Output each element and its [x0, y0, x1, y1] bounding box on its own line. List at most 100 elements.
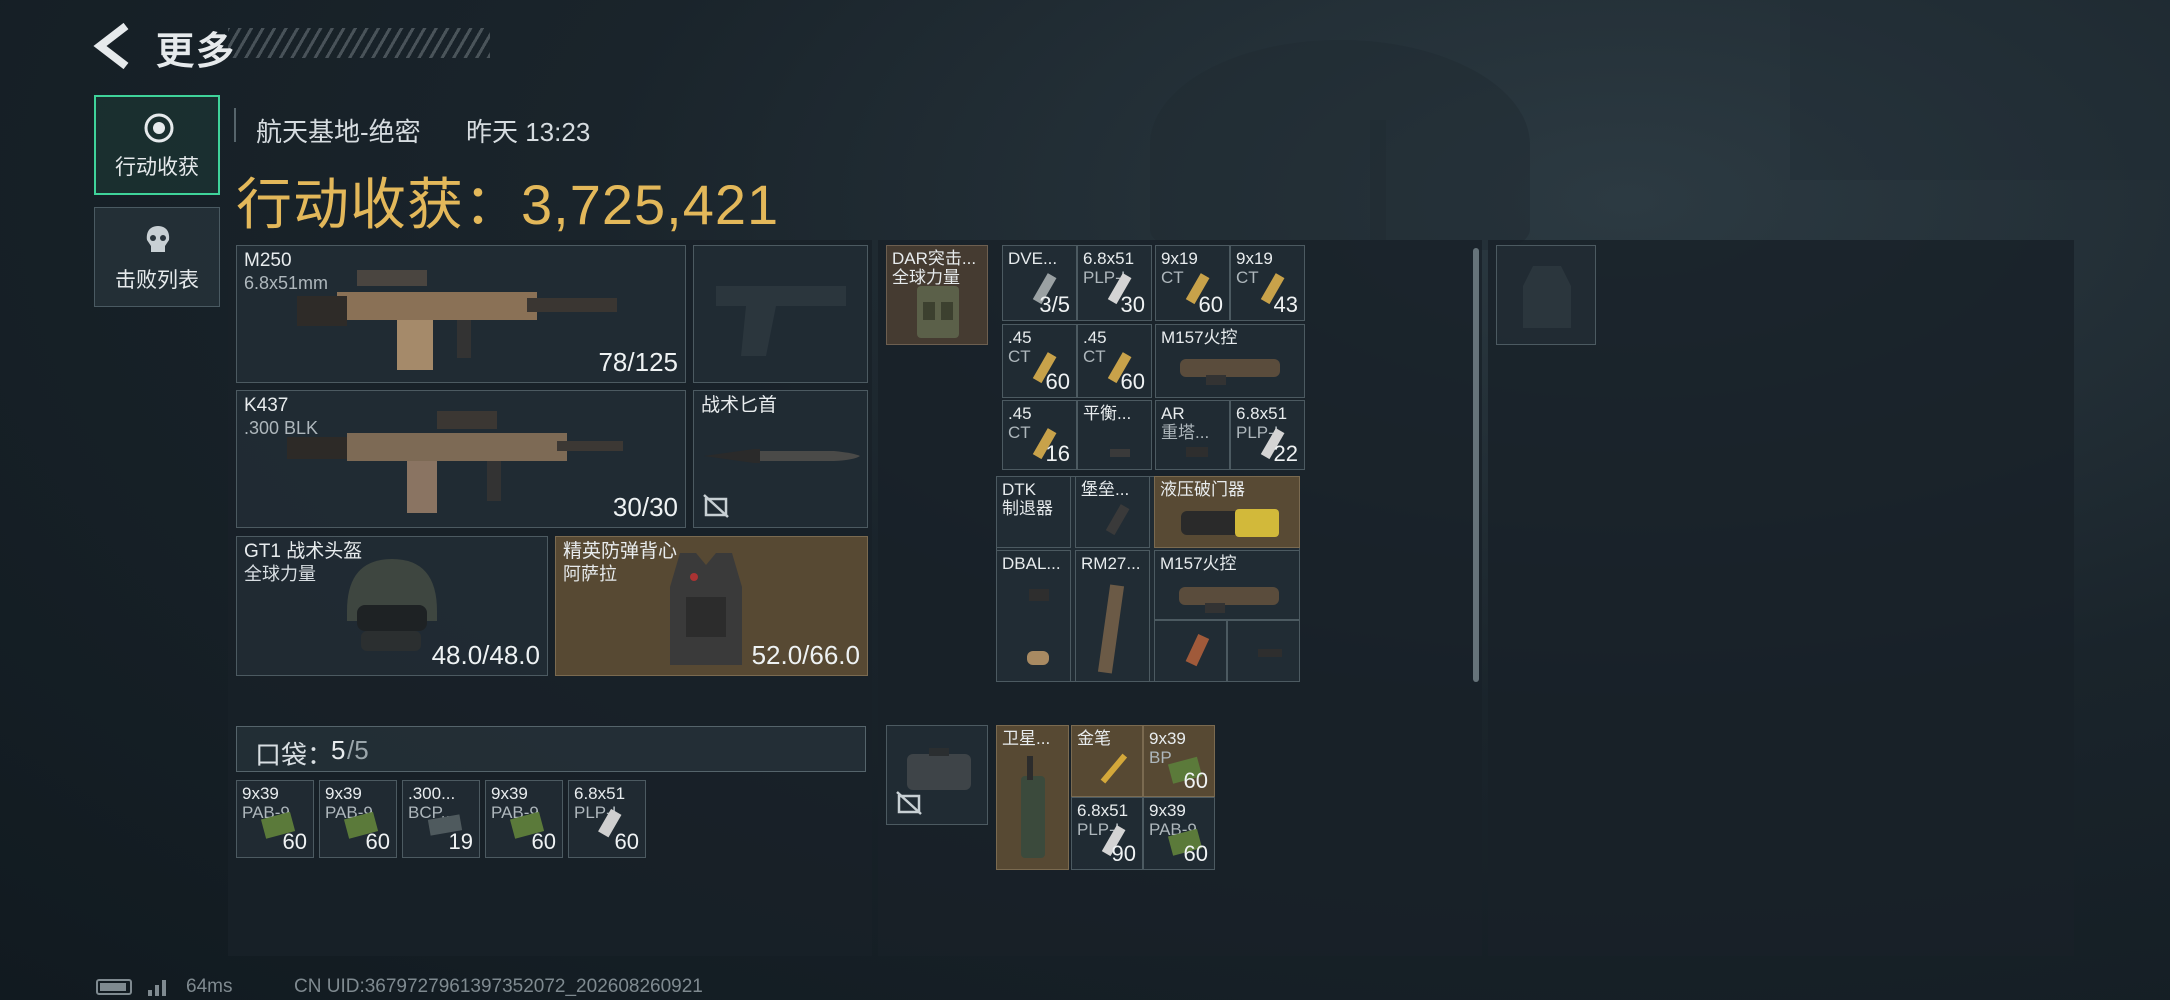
item-name: 金笔: [1077, 729, 1111, 748]
scope-image: [1179, 587, 1279, 613]
weapon-ammo: 30/30: [612, 492, 678, 522]
bag-item[interactable]: RM27...: [1075, 550, 1150, 682]
pocket-header: 口袋： 5 /5: [236, 726, 866, 772]
header-divider: [234, 108, 236, 142]
item-name: DBAL...: [1002, 554, 1061, 573]
rifle-image: [287, 411, 623, 513]
pocket-item[interactable]: 9x39 PAB-9 60: [236, 780, 314, 858]
item-count: 60: [365, 829, 390, 854]
breaching-tool-image: [1181, 509, 1279, 537]
bag-item[interactable]: DTK 制退器: [996, 476, 1071, 548]
pistol-silhouette-icon: [716, 286, 846, 356]
helmet-slot[interactable]: GT1 战术头盔 全球力量 48.0/48.0: [236, 536, 548, 676]
armor-durability: 52.0/66.0: [751, 640, 860, 670]
tab-loot[interactable]: 行动收获: [94, 95, 220, 195]
pocket-item[interactable]: 6.8x51 PLP-I 60: [568, 780, 646, 858]
backpack-panel: [1488, 240, 2074, 956]
no-insurance-icon: [896, 791, 922, 815]
rig-item[interactable]: 6.8x51 PLP-I 30: [1077, 245, 1152, 321]
title-decoration: [228, 28, 490, 58]
rig-item[interactable]: .45 CT 60: [1002, 324, 1077, 398]
attachment-icon: [1186, 447, 1208, 457]
rig-item[interactable]: AR 重塔...: [1155, 400, 1230, 470]
pocket-label: 口袋：: [255, 740, 334, 770]
bag-item[interactable]: [1227, 620, 1300, 682]
machine-gun-image: [297, 270, 617, 370]
rig-item[interactable]: 平衡...: [1077, 400, 1152, 470]
container-scrollbar[interactable]: [1473, 248, 1479, 682]
scope-image: [1180, 359, 1280, 385]
item-count: 60: [1183, 841, 1208, 866]
rig-item[interactable]: DVE... 3/5: [1002, 245, 1077, 321]
melee-slot[interactable]: 战术匕首: [693, 390, 868, 528]
sidearm-slot[interactable]: [693, 245, 868, 383]
tab-defeated-label: 击败列表: [115, 269, 199, 292]
item-name: .45: [1083, 328, 1107, 347]
battery-icon: [96, 979, 132, 995]
case-item[interactable]: 9x39 BP 60: [1143, 725, 1215, 797]
rig-item[interactable]: M157火控: [1155, 324, 1305, 398]
chest-rig-slot[interactable]: DAR突击... 全球力量: [886, 245, 988, 345]
earnings-value: 3,725,421: [521, 173, 780, 236]
case-item[interactable]: 卫星...: [996, 725, 1069, 870]
pocket-item[interactable]: 9x39 PAB-9 60: [485, 780, 563, 858]
item-count: 60: [531, 829, 556, 854]
armor-slot[interactable]: 精英防弹背心 阿萨拉 52.0/66.0: [555, 536, 868, 676]
secure-case-slot[interactable]: [886, 725, 988, 825]
pocket-used: 5: [331, 735, 346, 765]
bag-item[interactable]: 堡垒...: [1075, 476, 1150, 548]
item-count: 22: [1273, 441, 1298, 466]
gold-pen-icon: [1100, 753, 1128, 784]
ammo-icon: [1027, 651, 1049, 665]
ping-value: 64ms: [186, 976, 233, 997]
item-name: DTK: [1002, 480, 1036, 499]
weapon-ammo: 78/125: [598, 347, 678, 377]
rig-item[interactable]: 9x19 CT 60: [1155, 245, 1230, 321]
no-insurance-icon: [703, 494, 729, 518]
armor-brand: 阿萨拉: [563, 564, 617, 584]
helmet-image: [347, 559, 437, 651]
item-sub: 制退器: [1002, 499, 1053, 518]
item-count: 60: [1198, 292, 1223, 317]
magazine-image: [1097, 584, 1125, 674]
item-count: 16: [1045, 441, 1070, 466]
weapon-name: K437: [244, 395, 289, 416]
helmet-brand: 全球力量: [244, 564, 316, 584]
item-name: .45: [1008, 404, 1032, 423]
rig-item[interactable]: .45 CT 60: [1077, 324, 1152, 398]
weapon-name: M250: [244, 250, 292, 271]
primary-weapon-slot[interactable]: M250 6.8x51mm 78/125: [236, 245, 686, 383]
bag-item[interactable]: DBAL...: [996, 550, 1071, 682]
signal-icon: [148, 980, 166, 996]
item-count: 43: [1273, 292, 1298, 317]
item-name: 9x39: [325, 784, 362, 803]
food-icon: [1185, 633, 1210, 667]
rig-item[interactable]: 9x19 CT 43: [1230, 245, 1305, 321]
item-name: 9x39: [1149, 729, 1186, 748]
bag-item[interactable]: M157火控: [1154, 550, 1300, 620]
secondary-weapon-slot[interactable]: K437 .300 BLK 30/30: [236, 390, 686, 528]
item-count: 30: [1120, 292, 1145, 317]
backpack-slot[interactable]: [1496, 245, 1596, 345]
pocket-item[interactable]: 9x39 PAB-9 60: [319, 780, 397, 858]
item-name: M157火控: [1161, 328, 1238, 347]
back-arrow-icon[interactable]: [92, 22, 134, 70]
bag-item[interactable]: [1154, 620, 1227, 682]
background-cliff: [1790, 0, 2170, 180]
case-item[interactable]: 9x39 PAB-9 60: [1143, 797, 1215, 870]
grip-icon: [1258, 649, 1282, 657]
attachment-icon: [1110, 449, 1130, 457]
item-count: 60: [282, 829, 307, 854]
item-count: 19: [448, 829, 473, 854]
case-item[interactable]: 金笔: [1071, 725, 1143, 797]
earnings-label: 行动收获：: [236, 173, 521, 236]
rig-item[interactable]: 6.8x51 PLP-I 22: [1230, 400, 1305, 470]
pocket-item[interactable]: .300... BCP... 19: [402, 780, 480, 858]
rig-item[interactable]: .45 CT 16: [1002, 400, 1077, 470]
item-name: 9x19: [1161, 249, 1198, 268]
bag-item[interactable]: 液压破门器: [1154, 476, 1300, 548]
tab-defeated-list[interactable]: 击败列表: [94, 207, 220, 307]
item-name: 9x19: [1236, 249, 1273, 268]
case-item[interactable]: 6.8x51 PLP-I 90: [1071, 797, 1143, 870]
item-name: 6.8x51: [1236, 404, 1288, 423]
